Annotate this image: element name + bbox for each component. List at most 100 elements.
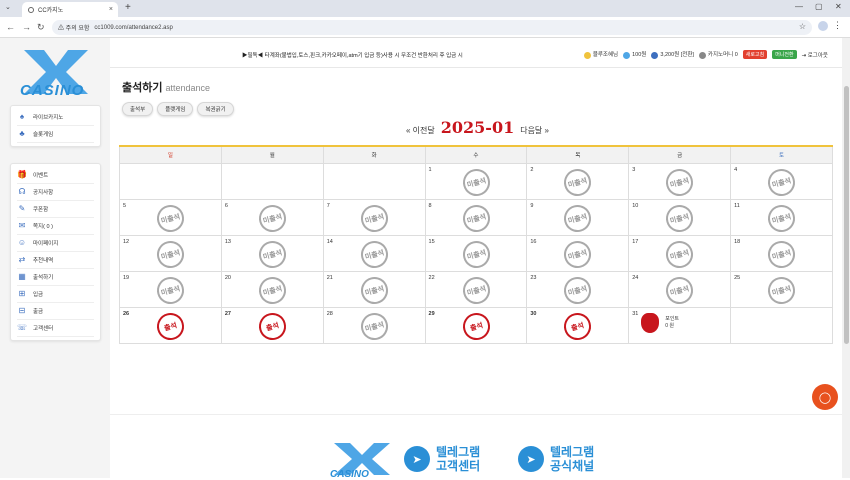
logout-button[interactable]: ⇥ 로그아웃 [802,51,828,59]
chat-button[interactable]: ◯ [812,384,838,410]
calendar-day[interactable]: 16 미출석 [526,234,630,272]
absent-stamp: 미출석 [663,237,697,271]
tab-2[interactable]: 복권긁기 [197,102,234,116]
calendar-day[interactable]: 31 포인트 0 원 [628,306,732,344]
minimize-icon[interactable]: — [795,2,803,11]
sidebar-item-7[interactable]: ⊞ 입금 [17,286,94,303]
back-icon[interactable]: ← [6,22,15,32]
calendar-day[interactable]: 29 출석 [424,306,528,344]
calendar-day[interactable]: 12 미출석 [119,234,222,272]
present-stamp: 출석 [153,309,188,343]
calendar-day[interactable]: 17 미출석 [628,234,732,272]
sidebar-item-label: 출금 [33,309,44,315]
user-icon: ☺ [17,238,27,247]
calendar-day[interactable]: 3 미출석 [628,162,732,200]
telegram-channel-link[interactable]: ➤ 텔레그램 공식채널 [518,445,594,473]
maximize-icon[interactable]: ▢ [815,2,823,11]
sidebar-item-3[interactable]: ✉ 쪽지( 0 ) [17,218,94,235]
calendar-day[interactable]: 13 미출석 [220,234,324,272]
day-number: 24 [632,274,639,281]
calendar-day[interactable]: 15 미출석 [424,234,528,272]
calendar-day[interactable]: 9 미출석 [526,198,630,236]
absent-stamp: 미출석 [561,237,595,271]
browser-menu-icon[interactable]: ⋮ [833,20,842,31]
calendar-day[interactable]: 23 미출석 [526,270,630,308]
footer-logo-text: CASINO [330,469,369,480]
day-number: 12 [123,238,130,245]
absent-stamp: 미출석 [765,237,799,271]
close-tab-icon[interactable]: × [109,6,113,13]
new-tab-icon[interactable]: + [125,2,131,13]
balance[interactable]: 3,200원 [전환] [651,50,694,59]
calendar-day[interactable]: 18 미출석 [730,234,833,272]
sidebar-item-0[interactable]: 🎁 이벤트 [17,167,94,184]
close-window-icon[interactable]: ✕ [835,2,842,11]
calendar-day[interactable]: 10 미출석 [628,198,732,236]
calendar-day[interactable]: 14 미출석 [322,234,426,272]
calendar-day[interactable]: 1 미출석 [424,162,528,200]
forward-icon[interactable]: → [22,22,31,32]
calendar-day[interactable]: 6 미출석 [220,198,324,236]
day-number: 28 [326,310,333,317]
calendar-day [322,162,426,200]
sidebar-item-8[interactable]: ⊟ 출금 [17,303,94,320]
prev-month-link[interactable]: « 이전달 [406,125,435,136]
absent-stamp: 미출석 [765,273,799,307]
page-scrollbar[interactable] [842,38,850,478]
sidebar-item-2[interactable]: ✎ 쿠폰함 [17,201,94,218]
sidebar-item-9[interactable]: ☏ 고객센터 [17,320,94,337]
absent-stamp: 미출석 [255,201,289,235]
reload-icon[interactable]: ↻ [37,22,45,33]
sidebar-item-4[interactable]: ☺ 마이페이지 [17,235,94,252]
calendar-day[interactable]: 2 미출석 [526,162,630,200]
calendar-day[interactable]: 30 출석 [526,306,630,344]
browser-tab[interactable]: CC카지노 × [22,2,118,17]
sidebar-item-6[interactable]: ▦ 출석하기 [17,269,94,286]
absent-stamp: 미출석 [765,165,799,199]
calendar-day[interactable]: 22 미출석 [424,270,528,308]
sidebar-item-label: 출석하기 [33,275,54,281]
tab-0[interactable]: 출석부 [122,102,154,116]
tab-1[interactable]: 플랫게임 [157,102,194,116]
refresh-button[interactable]: 새로고침 [742,50,768,59]
absent-stamp: 미출석 [459,273,493,307]
day-number: 3 [632,166,636,173]
telegram-support-link[interactable]: ➤ 텔레그램 고객센터 [404,445,480,473]
sidebar-item-1[interactable]: ☊ 공지사항 [17,184,94,201]
calendar-day[interactable]: 19 미출석 [119,270,222,308]
calendar-day[interactable]: 25 미출석 [730,270,833,308]
convert-money-button[interactable]: 머니전환 [772,50,797,59]
chat-bubble-icon: ◯ [818,391,832,404]
absent-stamp: 미출석 [663,201,697,235]
sidebar-item-5[interactable]: ⇄ 추천내역 [17,252,94,269]
calendar-day[interactable]: 27 출석 [220,306,324,344]
calendar-week: 19 미출석 20 미출석 21 미출석 22 미출석 23 미출석 24 미출석 25 미출석 [119,270,833,308]
url-input[interactable]: ⚠ 주의 요함 cc1009.com/attendance2.asp [52,20,812,35]
sidebar-item-1[interactable]: ♣ 슬롯게임 [17,126,94,143]
bookmark-star-icon[interactable]: ☆ [799,22,806,31]
calendar-day[interactable]: 24 미출석 [628,270,732,308]
calendar-day[interactable]: 5 미출석 [119,198,222,236]
tab-list-icon[interactable]: ⌄ [5,3,11,11]
sidebar-item-0[interactable]: ♠ 라이브카지노 [17,109,94,126]
calendar-day[interactable]: 21 미출석 [322,270,426,308]
calendar-day[interactable]: 7 미출석 [322,198,426,236]
sidebar-item-label: 공지사항 [33,190,54,196]
calendar-week: 5 미출석 6 미출석 7 미출석 8 미출석 9 미출석 10 미출석 11 미출석 [119,198,833,236]
favicon-icon [28,6,34,13]
day-number: 30 [530,310,537,317]
calendar-day[interactable]: 20 미출석 [220,270,324,308]
calendar-day[interactable]: 4 미출석 [730,162,833,200]
calendar-day[interactable]: 26 출석 [119,306,222,344]
calendar-day[interactable]: 11 미출석 [730,198,833,236]
calendar-day[interactable]: 28 미출석 [322,306,426,344]
calendar-day[interactable]: 8 미출석 [424,198,528,236]
day-number: 23 [530,274,537,281]
calendar-week: 12 미출석 13 미출석 14 미출석 15 미출석 16 미출석 17 미출석 18 미출석 [119,234,833,272]
notice-text: ▶필독◀ 타계좌(불법입,토스,핀크,카카오페이,atm기 입금 등)사용 시 … [242,53,463,59]
security-warning[interactable]: ⚠ 주의 요함 [58,23,89,32]
day-number: 2 [530,166,534,173]
scrollbar-thumb[interactable] [844,86,849,344]
next-month-link[interactable]: 다음달 » [520,125,549,136]
profile-avatar[interactable] [818,21,828,31]
